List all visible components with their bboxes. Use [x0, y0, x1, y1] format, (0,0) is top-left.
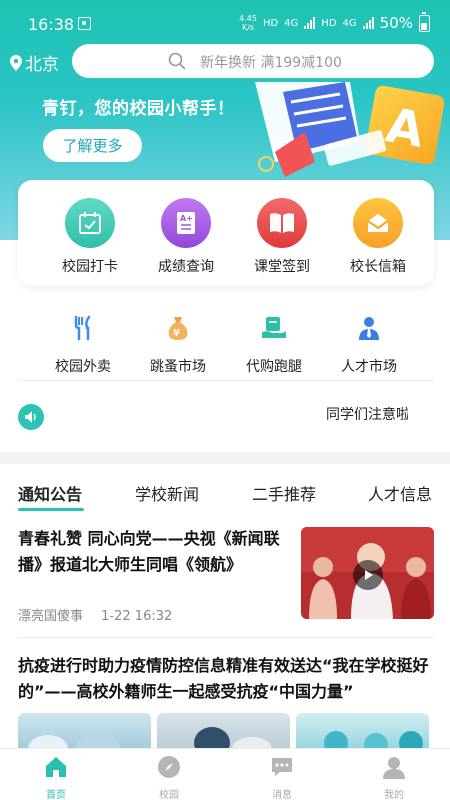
nav-messages[interactable]: 消息: [252, 755, 312, 800]
search-input[interactable]: 新年换新 满199减100: [72, 44, 434, 78]
status-time: 16:38: [28, 15, 75, 34]
battery-percent: 50%: [379, 14, 413, 32]
main-feature-card: 校园打卡 A+ 成绩查询 课堂签到 校长信箱: [18, 180, 434, 286]
play-video-icon[interactable]: [353, 560, 383, 590]
svg-text:¥: ¥: [173, 328, 180, 339]
nav-profile[interactable]: 我的: [364, 755, 424, 800]
status-indicators: 4.45 K/s HD 4G HD 4G 50%: [239, 11, 430, 32]
service-label: 跳蚤市场: [150, 359, 206, 375]
hd-label-1: HD: [262, 17, 279, 29]
feature-label: 校长信箱: [350, 259, 406, 275]
search-placeholder: 新年换新 满199减100: [200, 55, 342, 71]
feature-campus-checkin[interactable]: 校园打卡: [50, 198, 130, 276]
article-thumbnail: [157, 713, 290, 753]
service-campus-takeout[interactable]: 校园外卖: [38, 314, 128, 376]
compass-icon: [158, 756, 180, 778]
feature-class-signin[interactable]: 课堂签到: [242, 198, 322, 276]
search-icon: [168, 52, 186, 70]
signal-icon-2: [362, 17, 374, 29]
network-4g-label-1: 4G: [284, 17, 299, 29]
divider: [18, 380, 434, 381]
signal-icon-1: [304, 17, 316, 29]
article-photo: [324, 731, 423, 753]
tab-talent-info[interactable]: 人才信息: [368, 481, 432, 505]
status-bar: 16:38 4.45 K/s HD 4G HD 4G 50%: [0, 0, 450, 46]
notice-marquee[interactable]: 同学们注意啦: [0, 392, 450, 442]
article-source: 漂亮国傻事: [18, 609, 84, 624]
service-label: 人才市场: [341, 359, 397, 375]
location-pin-icon: [10, 54, 22, 71]
section-separator: [0, 452, 450, 464]
article-thumbnail: [301, 527, 434, 619]
feature-label: 课堂签到: [254, 259, 310, 275]
mail-icon: [353, 198, 403, 248]
bottom-navigation: 首页 校园 消息 我的: [0, 748, 450, 800]
service-label: 代购跑腿: [246, 359, 302, 375]
nav-label: 首页: [46, 790, 66, 800]
fork-knife-icon: [74, 315, 91, 341]
active-tab-indicator: [18, 508, 84, 511]
article-thumbnail: [296, 713, 429, 753]
notification-icon: [78, 17, 91, 30]
tab-school-news[interactable]: 学校新闻: [135, 481, 199, 505]
learn-more-button[interactable]: 了解更多: [43, 129, 142, 162]
delivery-icon: [262, 317, 286, 338]
service-talent-market[interactable]: 人才市场: [324, 314, 414, 376]
battery-icon: [419, 11, 430, 32]
feature-grade-query[interactable]: A+ 成绩查询: [146, 198, 226, 276]
message-icon: [272, 758, 292, 776]
banner-ring-decoration: [258, 156, 274, 172]
article-meta: 漂亮国傻事 1-22 16:32: [18, 605, 186, 624]
user-icon: [383, 757, 405, 779]
article-photo: [194, 727, 272, 753]
news-tabs: 通知公告 学校新闻 二手推荐 人才信息: [0, 464, 450, 516]
article-time: 1-22 16:32: [101, 609, 173, 624]
location-label: 北京: [25, 55, 59, 75]
book-icon: [257, 198, 307, 248]
article-thumbnail: [18, 713, 151, 753]
nav-label: 校园: [159, 790, 179, 800]
divider: [18, 637, 434, 638]
article-item[interactable]: 青春礼赞 同心向党——央视《新闻联播》报道北大师生同唱《领航》 漂亮国傻事 1-…: [0, 520, 450, 636]
article-title: 抗疫进行时助力疫情防控信息精准有效送达“我在学校挺好的”——高校外籍师生一起感受…: [18, 656, 429, 701]
person-icon: [359, 317, 379, 340]
svg-text:A+: A+: [180, 214, 193, 223]
service-label: 校园外卖: [55, 359, 111, 375]
article-item[interactable]: 抗疫进行时助力疫情防控信息精准有效送达“我在学校挺好的”——高校外籍师生一起感受…: [0, 645, 450, 755]
feature-label: 校园打卡: [62, 259, 118, 275]
speaker-icon: [18, 404, 44, 430]
nav-campus[interactable]: 校园: [139, 755, 199, 800]
service-errand[interactable]: 代购跑腿: [229, 314, 319, 376]
hd-label-2: HD: [321, 17, 337, 29]
network-speed: 4.45 K/s: [239, 14, 257, 32]
home-icon: [46, 757, 66, 777]
money-bag-icon: ¥: [168, 317, 188, 340]
tab-second-hand[interactable]: 二手推荐: [252, 481, 316, 505]
network-4g-label-2: 4G: [342, 17, 357, 29]
feature-label: 成绩查询: [158, 259, 214, 275]
grade-report-icon: A+: [161, 198, 211, 248]
article-photo: [28, 733, 120, 753]
calendar-check-icon: [65, 198, 115, 248]
article-title: 青春礼赞 同心向党——央视《新闻联播》报道北大师生同唱《领航》: [18, 529, 280, 574]
nav-home[interactable]: 首页: [26, 755, 86, 800]
tab-notices[interactable]: 通知公告: [18, 481, 82, 505]
nav-label: 我的: [384, 790, 404, 800]
banner-slogan: 青钉，您的校园小帮手！: [42, 99, 235, 119]
feature-principal-mailbox[interactable]: 校长信箱: [338, 198, 418, 276]
location-selector[interactable]: 北京: [10, 50, 59, 75]
service-flea-market[interactable]: ¥ 跳蚤市场: [133, 314, 223, 376]
notice-text: 同学们注意啦: [326, 407, 408, 423]
nav-label: 消息: [272, 790, 292, 800]
